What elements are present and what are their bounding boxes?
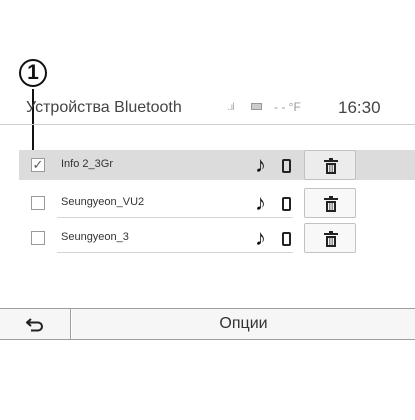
delete-device-button[interactable] xyxy=(304,150,356,180)
phone-icon xyxy=(282,232,291,246)
signal-strength-icon: ..ıl xyxy=(227,102,235,113)
status-bar: Устройства Bluetooth ..ıl - - °F 16:30 xyxy=(0,96,415,122)
device-row[interactable]: Seungyeon_3 ♪ xyxy=(19,223,415,253)
music-note-icon: ♪ xyxy=(255,152,266,177)
device-row[interactable]: ✓ Info 2_3Gr ♪ xyxy=(19,150,415,180)
trash-icon xyxy=(324,196,338,212)
screen-title: Устройства Bluetooth xyxy=(26,99,182,116)
delete-device-button[interactable] xyxy=(304,188,356,218)
back-arrow-icon xyxy=(26,318,43,332)
device-row[interactable]: Seungyeon_VU2 ♪ xyxy=(19,188,415,218)
trash-icon xyxy=(324,231,338,247)
phone-icon xyxy=(282,197,291,211)
device-name: Seungyeon_3 xyxy=(61,231,129,243)
options-label: Опции xyxy=(219,315,268,332)
trash-icon xyxy=(324,158,338,174)
device-checkbox[interactable] xyxy=(31,196,45,210)
device-checkbox[interactable] xyxy=(31,231,45,245)
callout-number: 1 xyxy=(19,59,47,87)
bottom-bar: Опции xyxy=(0,308,415,340)
clock: 16:30 xyxy=(338,98,381,117)
temperature-readout: - - °F xyxy=(274,100,301,114)
music-note-icon: ♪ xyxy=(255,225,266,250)
phone-icon xyxy=(282,159,291,173)
options-button[interactable]: Опции xyxy=(72,309,415,339)
device-name: Info 2_3Gr xyxy=(61,158,113,170)
device-checkbox[interactable]: ✓ xyxy=(31,158,45,172)
device-name: Seungyeon_VU2 xyxy=(61,196,145,208)
row-divider xyxy=(57,217,293,218)
back-button[interactable] xyxy=(0,309,71,339)
header-divider xyxy=(0,124,415,125)
music-note-icon: ♪ xyxy=(255,190,266,215)
row-divider xyxy=(57,252,293,253)
battery-icon xyxy=(251,103,262,110)
delete-device-button[interactable] xyxy=(304,223,356,253)
